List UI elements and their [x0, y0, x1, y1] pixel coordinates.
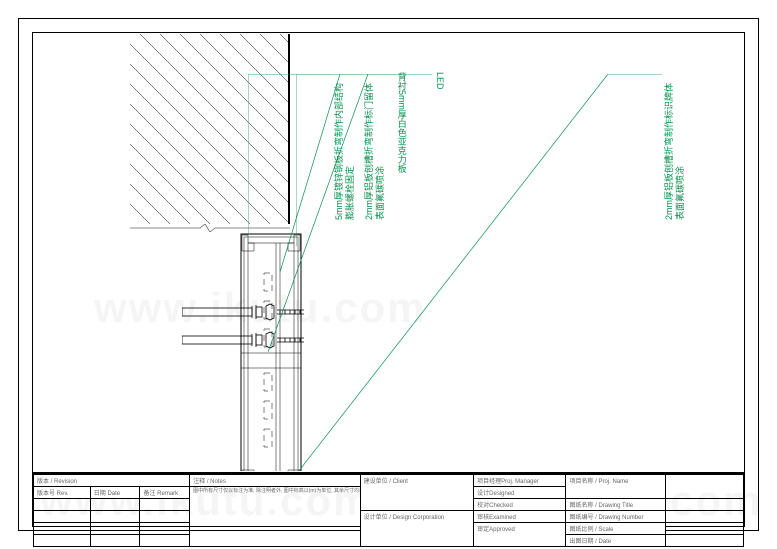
notes-body: 图中所有尺寸仅以标注为准; 除注明者外, 图中标高以(m)为单位, 其余尺寸均以…	[190, 487, 360, 547]
scale-value	[665, 523, 743, 535]
label-1-line1: 5mm厚镀锌钢板折弯制作内部结构	[334, 83, 345, 220]
drawing-number-value	[665, 511, 743, 523]
designed-label: 设计Designed	[474, 487, 566, 499]
label-2-line1: 2mm厚铝板刨槽折弯制作标门留体	[364, 83, 375, 220]
remark-label: 备注 Remark	[140, 487, 190, 499]
remark-cell-2	[140, 511, 190, 523]
approved-label: 审定Approved	[474, 523, 566, 547]
rev-cell-3	[34, 523, 91, 535]
label-5: 2mm厚铝板刨槽折弯制作标识牌体 表面氟碳喷涂	[664, 83, 686, 220]
date-cell-3	[90, 523, 140, 535]
label-2: 2mm厚铝板刨槽折弯制作标门留体 表面氟碳喷涂	[364, 83, 386, 220]
issue-date-value	[665, 535, 743, 547]
rev-cell-2	[34, 511, 91, 523]
rev-cell-4	[34, 535, 91, 547]
proj-name-value	[665, 475, 743, 499]
drawing-title-value	[665, 499, 743, 511]
rev-no-label: 版本号 Rev.	[34, 487, 91, 499]
client-label: 建设单位 / Client	[360, 475, 474, 511]
label-1: 5mm厚镀锌钢板折弯制作内部结构 膨胀螺栓固定	[334, 83, 356, 220]
label-4: LED	[434, 72, 445, 90]
scale-label: 图纸比例 / Scale	[566, 523, 665, 535]
label-3: 背衬5mm厚白色亚克力板	[396, 72, 407, 173]
design-corp-label: 设计单位 / Design Corporation	[360, 511, 474, 547]
rev-cell-1	[34, 499, 91, 511]
checked-label: 校对Checked	[474, 499, 566, 511]
label-5-line1: 2mm厚铝板刨槽折弯制作标识牌体	[664, 83, 675, 220]
drawing-number-label: 图纸编号 / Drawing Number	[566, 511, 665, 523]
proj-manager-label: 项目经理Proj. Manager	[474, 475, 566, 487]
date-label: 日期 Date	[90, 487, 140, 499]
drawing-area: 5mm厚镀锌钢板折弯制作内部结构 膨胀螺栓固定 2mm厚铝板刨槽折弯制作标门留体…	[34, 34, 743, 471]
revision-header: 版本 / Revision	[34, 475, 190, 487]
proj-name-label: 项目名称 / Proj. Name	[566, 475, 665, 499]
examined-label: 审核Examined	[474, 511, 566, 523]
label-5-line2: 表面氟碳喷涂	[675, 83, 686, 220]
issue-date-label: 出图日期 / Date	[566, 535, 665, 547]
remark-cell-3	[140, 523, 190, 535]
drawing-title-label: 图纸名称 / Drawing Title	[566, 499, 665, 511]
date-cell-2	[90, 511, 140, 523]
notes-header: 注释 / Notes	[190, 475, 360, 487]
title-block: 版本 / Revision 注释 / Notes 建设单位 / Client 项…	[32, 473, 745, 527]
date-cell-4	[90, 535, 140, 547]
remark-cell-1	[140, 499, 190, 511]
remark-cell-4	[140, 535, 190, 547]
label-1-line2: 膨胀螺栓固定	[345, 83, 356, 220]
label-2-line2: 表面氟碳喷涂	[375, 83, 386, 220]
date-cell-1	[90, 499, 140, 511]
